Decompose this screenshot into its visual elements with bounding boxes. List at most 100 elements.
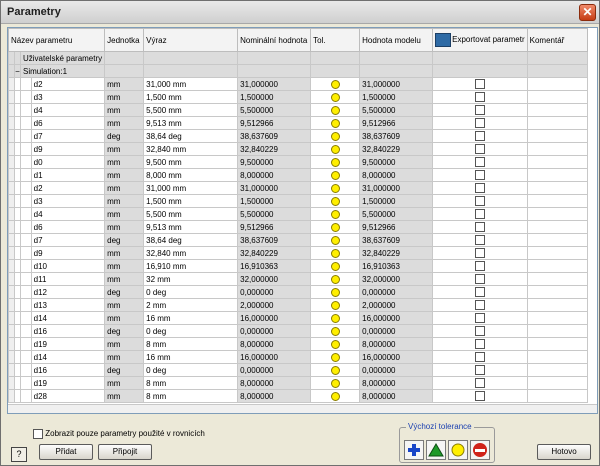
param-export[interactable] — [432, 168, 528, 182]
param-tol[interactable] — [310, 246, 361, 260]
param-expression[interactable]: 0 deg — [143, 324, 239, 338]
export-checkbox[interactable] — [474, 157, 485, 167]
export-checkbox[interactable] — [474, 131, 485, 141]
param-unit[interactable]: mm — [104, 220, 145, 234]
param-name[interactable]: d19 — [30, 337, 106, 351]
export-checkbox[interactable] — [474, 170, 485, 180]
param-comment[interactable] — [526, 389, 588, 403]
param-tol[interactable] — [310, 389, 361, 403]
filter-checkbox-box[interactable] — [33, 429, 43, 439]
group-row-simulation[interactable]: − Simulation:1 — [8, 64, 588, 78]
table-row[interactable]: d19 mm 8 mm 8,000000 8,000000 — [8, 376, 588, 390]
param-expression[interactable]: 2 mm — [143, 298, 239, 312]
param-export[interactable] — [432, 389, 528, 403]
export-checkbox[interactable] — [474, 196, 485, 206]
param-comment[interactable] — [526, 298, 588, 312]
param-tol[interactable] — [310, 337, 361, 351]
param-tol[interactable] — [310, 350, 361, 364]
param-comment[interactable] — [526, 194, 588, 208]
param-unit[interactable]: mm — [104, 298, 145, 312]
param-comment[interactable] — [526, 90, 588, 104]
table-row[interactable]: d1 mm 8,000 mm 8,000000 8,000000 — [8, 168, 588, 182]
export-checkbox[interactable] — [474, 391, 485, 401]
param-name[interactable]: d12 — [30, 285, 106, 299]
tolerance-median-button[interactable] — [448, 440, 468, 460]
export-checkbox[interactable] — [474, 209, 485, 219]
param-export[interactable] — [432, 350, 528, 364]
param-expression[interactable]: 9,513 mm — [143, 116, 239, 130]
export-checkbox[interactable] — [474, 144, 485, 154]
table-row[interactable]: d11 mm 32 mm 32,000000 32,000000 — [8, 272, 588, 286]
param-comment[interactable] — [526, 376, 588, 390]
col-header-nominal[interactable]: Nominální hodnota — [237, 28, 312, 52]
param-expression[interactable]: 8,000 mm — [143, 168, 239, 182]
param-name[interactable]: d7 — [30, 129, 106, 143]
param-name[interactable]: d2 — [30, 77, 106, 91]
param-name[interactable]: d6 — [30, 116, 106, 130]
param-unit[interactable]: mm — [104, 311, 145, 325]
param-export[interactable] — [432, 246, 528, 260]
param-tol[interactable] — [310, 129, 361, 143]
table-row[interactable]: d0 mm 9,500 mm 9,500000 9,500000 — [8, 155, 588, 169]
export-checkbox[interactable] — [474, 92, 485, 102]
tolerance-upper-button[interactable] — [426, 440, 446, 460]
table-row[interactable]: d16 deg 0 deg 0,000000 0,000000 — [8, 363, 588, 377]
param-export[interactable] — [432, 311, 528, 325]
parameters-grid[interactable]: Název parametru Jednotka Výraz Nominální… — [7, 27, 598, 414]
param-expression[interactable]: 31,000 mm — [143, 77, 239, 91]
export-checkbox[interactable] — [474, 261, 485, 271]
param-unit[interactable]: deg — [104, 363, 145, 377]
param-comment[interactable] — [526, 350, 588, 364]
param-export[interactable] — [432, 298, 528, 312]
param-expression[interactable]: 32 mm — [143, 272, 239, 286]
param-unit[interactable]: deg — [104, 285, 145, 299]
param-unit[interactable]: mm — [104, 194, 145, 208]
help-button[interactable]: ? — [11, 447, 27, 462]
param-name[interactable]: d7 — [30, 233, 106, 247]
param-name[interactable]: d6 — [30, 220, 106, 234]
export-checkbox[interactable] — [474, 118, 485, 128]
export-checkbox[interactable] — [474, 339, 485, 349]
param-unit[interactable]: mm — [104, 142, 145, 156]
table-row[interactable]: d9 mm 32,840 mm 32,840229 32,840229 — [8, 246, 588, 260]
param-unit[interactable]: mm — [104, 155, 145, 169]
param-expression[interactable]: 8 mm — [143, 337, 239, 351]
param-comment[interactable] — [526, 103, 588, 117]
param-expression[interactable]: 32,840 mm — [143, 142, 239, 156]
param-tol[interactable] — [310, 233, 361, 247]
param-tol[interactable] — [310, 168, 361, 182]
param-unit[interactable]: mm — [104, 376, 145, 390]
param-comment[interactable] — [526, 363, 588, 377]
param-name[interactable]: d1 — [30, 168, 106, 182]
param-comment[interactable] — [526, 285, 588, 299]
export-checkbox[interactable] — [474, 105, 485, 115]
param-unit[interactable]: mm — [104, 168, 145, 182]
done-button[interactable]: Hotovo — [537, 444, 591, 460]
horizontal-scrollbar[interactable] — [8, 404, 597, 413]
table-row[interactable]: d19 mm 8 mm 8,000000 8,000000 — [8, 337, 588, 351]
param-name[interactable]: d28 — [30, 389, 106, 403]
param-tol[interactable] — [310, 142, 361, 156]
param-expression[interactable]: 38,64 deg — [143, 233, 239, 247]
param-name[interactable]: d4 — [30, 103, 106, 117]
param-tol[interactable] — [310, 103, 361, 117]
param-export[interactable] — [432, 272, 528, 286]
param-tol[interactable] — [310, 363, 361, 377]
param-name[interactable]: d0 — [30, 155, 106, 169]
param-unit[interactable]: mm — [104, 207, 145, 221]
param-comment[interactable] — [526, 129, 588, 143]
param-expression[interactable]: 1,500 mm — [143, 90, 239, 104]
param-expression[interactable]: 16 mm — [143, 311, 239, 325]
param-unit[interactable]: mm — [104, 246, 145, 260]
param-tol[interactable] — [310, 272, 361, 286]
col-header-expression[interactable]: Výraz — [143, 28, 239, 52]
table-row[interactable]: d6 mm 9,513 mm 9,512966 9,512966 — [8, 220, 588, 234]
param-name[interactable]: d3 — [30, 194, 106, 208]
param-unit[interactable]: mm — [104, 77, 145, 91]
param-comment[interactable] — [526, 155, 588, 169]
table-row[interactable]: d14 mm 16 mm 16,000000 16,000000 — [8, 311, 588, 325]
table-row[interactable]: d2 mm 31,000 mm 31,000000 31,000000 — [8, 77, 588, 91]
param-expression[interactable]: 5,500 mm — [143, 207, 239, 221]
param-export[interactable] — [432, 194, 528, 208]
param-expression[interactable]: 9,500 mm — [143, 155, 239, 169]
